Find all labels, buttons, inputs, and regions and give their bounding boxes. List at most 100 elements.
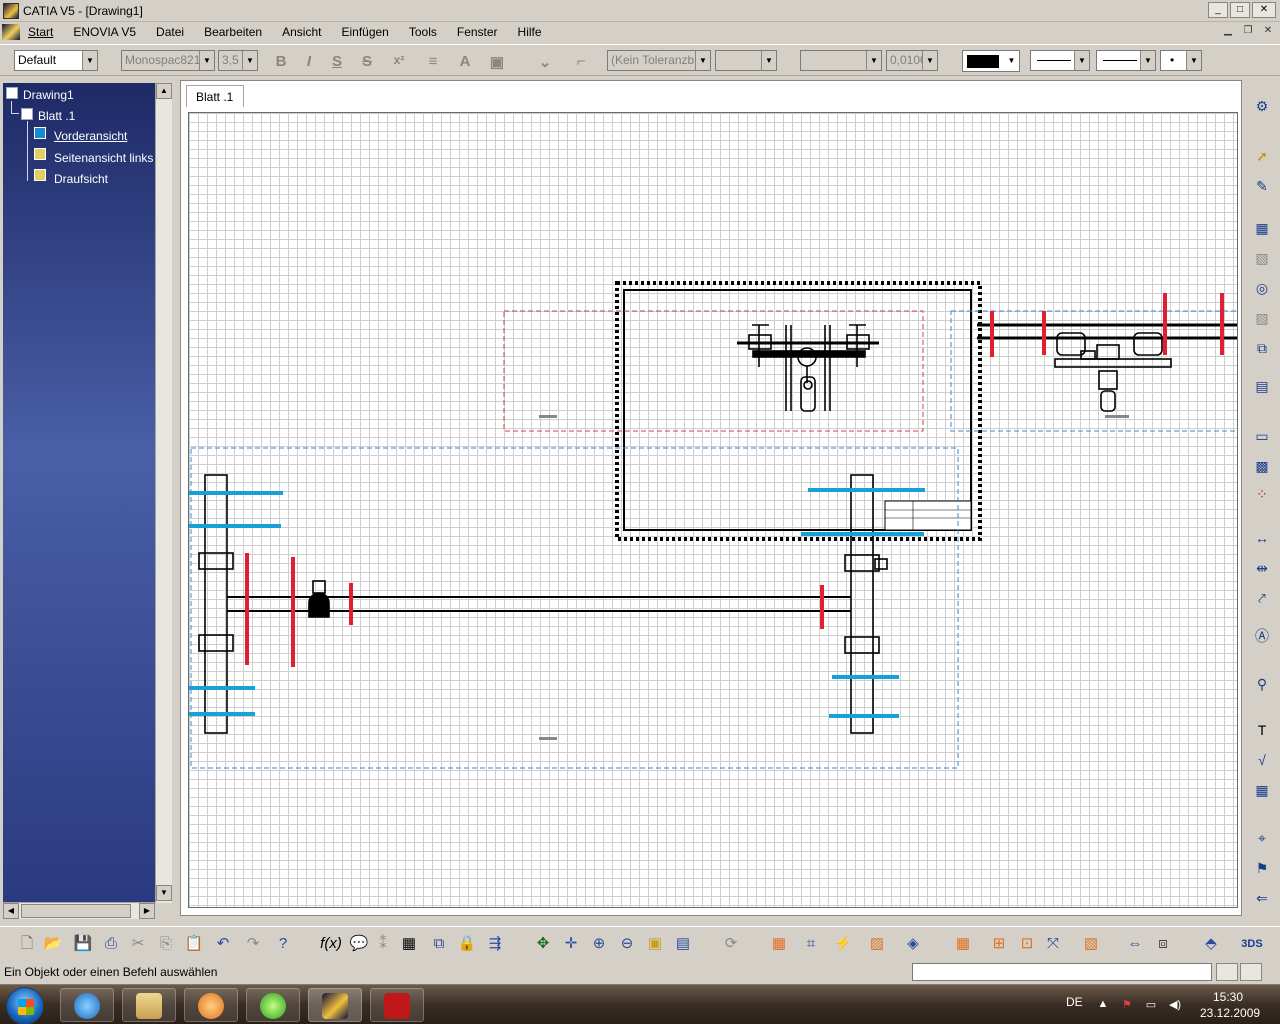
normal-view-icon[interactable]: ▤ [672,933,694,955]
tree-item-sheet[interactable]: Blatt .1 [38,109,75,123]
clipping-view-icon[interactable]: ▨ [1252,308,1272,328]
tolerancing-icon[interactable]: ⤤ [1252,588,1272,608]
refresh-icon[interactable]: ⟳ [720,933,742,955]
open-folder-icon[interactable]: 📂 [42,933,64,955]
view-wizard-icon[interactable]: ▤ [1252,376,1272,396]
dimension-generation-icon[interactable]: ⇹ [1252,558,1272,578]
pan-icon[interactable]: ✛ [560,933,582,955]
create-detected-icon[interactable]: ⊡ [1016,933,1038,955]
taskbar-catia[interactable] [308,988,362,1022]
tolerance-select[interactable]: (Kein Toleranzb ▼ [607,50,711,71]
arrow-icon[interactable]: ⇐ [1252,888,1272,908]
tree-item-front-view[interactable]: Vorderansicht [54,129,127,143]
text-annotation-icon[interactable]: Ⓐ [1252,626,1272,646]
axis-icon[interactable]: ⚑ [1252,858,1272,878]
knowledge-icon[interactable]: 💬 [348,933,370,955]
doc-minimize-button[interactable]: ▁ [1220,24,1236,39]
menu-enovia[interactable]: ENOVIA V5 [63,25,146,39]
symbol-icon[interactable]: ⌄ [536,53,554,71]
print-icon[interactable]: ⎙ [100,933,122,955]
update-icon[interactable]: ⧈ [1152,933,1174,955]
section-view-icon[interactable]: ▧ [1252,248,1272,268]
tolerance-value-select[interactable]: ▼ [715,50,777,71]
bold-button[interactable]: B [272,53,290,70]
drafting-workbench-icon[interactable]: ⚙ [1252,96,1272,116]
font-select[interactable]: Monospac821 ▼ [121,50,215,71]
save-icon[interactable]: 💾 [72,933,94,955]
filter-generated-icon[interactable]: ▨ [866,933,888,955]
point-icon[interactable]: ⌖ [1252,828,1272,848]
taskbar-adobe-reader[interactable] [370,988,424,1022]
tree-item-drawing[interactable]: Drawing1 [23,88,74,102]
zoom-in-icon[interactable]: ⊕ [588,933,610,955]
snap-to-point-icon[interactable]: ⌗ [800,933,822,955]
font-size-select[interactable]: 3,5 ▼ [218,50,258,71]
italic-button[interactable]: I [300,53,318,70]
taskbar-icq[interactable] [246,988,300,1022]
tree-item-left-view[interactable]: Seitenansicht links [54,151,153,165]
tree-vertical-scrollbar[interactable]: ▲ ▼ [155,83,172,903]
start-button[interactable] [6,987,44,1024]
dress-up-icon[interactable]: ⚲ [1252,674,1272,694]
zoom-area-icon[interactable]: ▣ [644,933,666,955]
text-anchor-icon[interactable]: A [456,53,474,70]
stop-command-button[interactable] [1240,963,1262,981]
table-icon[interactable]: ▦ [1252,780,1272,800]
roughness-symbol-icon[interactable]: √ [1252,750,1272,770]
underline-button[interactable]: S [328,53,346,70]
menu-start[interactable]: Start [20,25,63,39]
menu-ansicht[interactable]: Ansicht [272,25,331,39]
zoom-out-icon[interactable]: ⊖ [616,933,638,955]
cosmetic-icon[interactable]: ▧ [1080,933,1102,955]
minimize-button[interactable]: _ [1208,2,1228,18]
auto-constraint-icon[interactable]: ⤧ [1042,933,1064,955]
taskbar-file-explorer[interactable] [122,988,176,1022]
tree-horizontal-scrollbar[interactable]: ◀ ▶ [3,902,155,919]
scroll-up-icon[interactable]: ▲ [156,83,172,99]
cut-icon[interactable]: ✂ [127,933,149,955]
show-hidden-icons-icon[interactable]: ▲ [1096,998,1110,1012]
power-input-button[interactable] [1216,963,1238,981]
document-menu-icon[interactable] [2,24,20,40]
maximize-button[interactable]: □ [1230,2,1250,18]
undo-icon[interactable]: ↶ [212,933,234,955]
dimension-system-icon[interactable]: ⊞ [988,933,1010,955]
menu-hilfe[interactable]: Hilfe [508,25,552,39]
menu-tools[interactable]: Tools [399,25,447,39]
grid-icon[interactable]: ▦ [768,933,790,955]
calculator-icon[interactable]: ▦ [398,933,420,955]
select-arrow-icon[interactable]: ➚ [1252,146,1272,166]
doc-restore-button[interactable]: ❐ [1240,24,1256,39]
fit-all-icon[interactable]: ✥ [532,933,554,955]
volume-icon[interactable]: ◀) [1168,998,1182,1012]
front-view-tool-icon[interactable]: ▦ [1252,218,1272,238]
scroll-down-icon[interactable]: ▼ [156,885,172,901]
detail-view-icon[interactable]: ◎ [1252,278,1272,298]
scroll-left-icon[interactable]: ◀ [3,903,19,919]
hierarchy-icon[interactable]: ⧉ [428,933,450,955]
paste-icon[interactable]: 📋 [183,933,205,955]
broken-view-icon[interactable]: ⧉ [1252,338,1272,358]
sketch-grid-icon[interactable]: ▦ [952,933,974,955]
point-type-select[interactable]: • ▼ [1160,50,1202,71]
align-left-icon[interactable]: ≡ [424,53,442,70]
line-weight-select[interactable]: ▼ [1030,50,1090,71]
clock-time[interactable]: 15:30 [1213,990,1243,1004]
new-sheet-icon[interactable]: ▭ [1252,426,1272,446]
tree-item-top-view[interactable]: Draufsicht [54,172,108,186]
copy-icon[interactable]: ⎘ [155,933,177,955]
help-icon[interactable]: ? [272,933,294,955]
numerical-format-select[interactable]: ▼ [800,50,882,71]
drawing-canvas[interactable] [188,112,1238,908]
formula-icon[interactable]: f(x) [320,933,342,955]
parameters-icon[interactable]: ⁑ [372,933,394,955]
scroll-thumb[interactable] [21,904,131,918]
text-frame-icon[interactable]: ▣ [488,53,506,71]
text-icon[interactable]: T [1252,720,1272,740]
new-detail-icon[interactable]: ▩ [1252,456,1272,476]
language-indicator[interactable]: DE [1066,995,1083,1009]
dimension-style-icon[interactable]: ⌐ [572,53,590,70]
measure-icon[interactable]: ⇶ [484,933,506,955]
taskbar-internet-explorer[interactable] [60,988,114,1022]
doc-close-button[interactable]: ✕ [1260,24,1276,39]
